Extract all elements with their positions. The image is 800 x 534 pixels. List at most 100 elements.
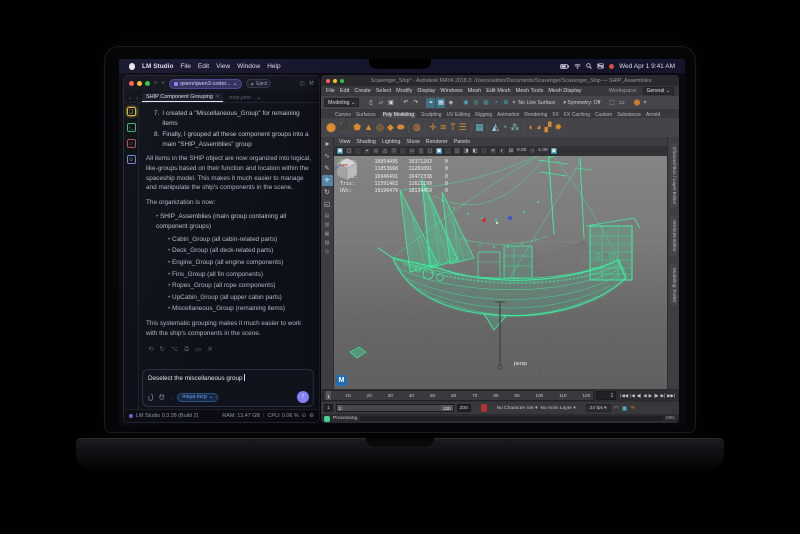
workspace-select[interactable]: General ⌄ xyxy=(643,87,674,95)
maya-menu-0[interactable]: File xyxy=(326,88,335,94)
shelf-icon-18[interactable]: ◔ xyxy=(502,118,507,137)
shelf-icon-2[interactable]: ⬟ xyxy=(353,118,361,137)
attribute-editor-tab[interactable]: Attribute Editor xyxy=(670,216,677,256)
shelf-icon-11[interactable]: ≋ xyxy=(440,118,448,137)
panel-menu-item-5[interactable]: Panels xyxy=(454,139,470,145)
message-action-icon-3[interactable]: ⧉ xyxy=(184,345,189,355)
tool-icon-8[interactable]: ▦ xyxy=(322,229,333,237)
attach-icon[interactable] xyxy=(147,393,154,401)
maya-menu-6[interactable]: Windows xyxy=(440,88,462,94)
maya-mcp-pill[interactable]: maya mcp ⌄ xyxy=(177,393,218,402)
shelf-icon-6[interactable]: ⬬ xyxy=(397,118,405,137)
statusline-icon-0[interactable]: ⋮ xyxy=(361,98,365,108)
close-icon[interactable]: × xyxy=(216,94,219,100)
shelf-icon-13[interactable]: ☰ xyxy=(459,118,467,137)
apple-menu-icon[interactable] xyxy=(129,63,135,70)
tool-icon-1[interactable]: ∿ xyxy=(322,151,333,162)
statusline-icon-8[interactable]: ⌗ xyxy=(426,98,435,108)
statusline-icon-12[interactable]: ◉ xyxy=(461,98,470,108)
playback-button-1[interactable]: |◀ xyxy=(630,393,635,399)
menubar-item-4[interactable]: Help xyxy=(267,63,280,70)
character-set-select[interactable]: No Character Set ▾ xyxy=(497,406,538,411)
set-key-icon[interactable] xyxy=(481,404,487,412)
maya-menu-5[interactable]: Display xyxy=(417,88,435,94)
anim-start-field[interactable]: 1 xyxy=(324,404,333,412)
statusline-icon-2[interactable]: ▭ xyxy=(617,98,626,108)
viewport-icon-10[interactable]: ▢ xyxy=(426,147,434,155)
shelf-icon-5[interactable]: ◆ xyxy=(387,118,394,137)
shelf-icon-23[interactable]: ▞ xyxy=(545,118,552,137)
maya-menu-2[interactable]: Create xyxy=(354,88,371,94)
viewport-icon-21[interactable]: ◔ xyxy=(528,147,536,155)
panel-menu-item-3[interactable]: Show xyxy=(406,139,419,145)
send-button[interactable]: ↑ xyxy=(297,391,309,403)
statusline-icon-4[interactable]: ⬤ xyxy=(632,98,641,108)
viewport-icon-1[interactable]: ▢ xyxy=(345,147,353,155)
panel-menu-item-0[interactable]: View xyxy=(339,139,350,145)
viewport-icon-13[interactable]: ◫ xyxy=(453,147,461,155)
maya-menu-1[interactable]: Edit xyxy=(340,88,349,94)
menubar-clock[interactable]: Wed Apr 1 9:41 AM xyxy=(619,63,675,70)
viewport-icon-5[interactable]: △ xyxy=(381,147,389,155)
statusline-icon-0[interactable]: ⋮ xyxy=(602,98,606,108)
viewport-icon-15[interactable]: ◧ xyxy=(471,147,479,155)
playback-button-2[interactable]: ◀| xyxy=(637,393,642,399)
tool-icon-2[interactable]: ✎ xyxy=(322,163,333,174)
anim-end-field[interactable]: 200 xyxy=(457,404,471,412)
discover-nav-icon[interactable]: ⊙ xyxy=(127,155,136,164)
search-icon[interactable]: ⌕ xyxy=(154,80,157,87)
viewport-icon-2[interactable] xyxy=(354,147,362,155)
menubar-item-1[interactable]: Edit xyxy=(198,63,209,70)
tools-icon[interactable]: ⚒ xyxy=(309,80,314,87)
shelf-icon-19[interactable]: ⁂ xyxy=(510,118,519,137)
statusline-icon-3[interactable]: ▣ xyxy=(386,98,395,108)
current-frame-field[interactable]: 1 xyxy=(596,391,616,400)
menu-set-select[interactable]: Modeling ⌄ xyxy=(324,98,359,107)
viewport-icon-9[interactable]: ▯ xyxy=(417,147,425,155)
shelf-tab-10[interactable]: Custom xyxy=(595,112,612,118)
maya-menu-3[interactable]: Select xyxy=(376,88,391,94)
model-selector[interactable]: qwen/qwen3-coder... ⌄ xyxy=(169,79,242,89)
loop-toggle-icon[interactable]: ◠ xyxy=(614,405,619,412)
viewport-icon-4[interactable]: ◇ xyxy=(372,147,380,155)
chat-nav-icon[interactable]: ❑ xyxy=(127,107,136,116)
playback-button-0[interactable]: |◀◀ xyxy=(620,393,628,399)
control-center-icon[interactable] xyxy=(597,63,604,69)
statusline-icon-9[interactable]: ▦ xyxy=(436,98,445,108)
eject-model-button[interactable]: ▲ Eject xyxy=(246,79,271,88)
menubar-item-0[interactable]: File xyxy=(180,63,190,70)
shelf-icon-1[interactable]: ⬛ xyxy=(339,118,350,137)
maya-window-controls[interactable] xyxy=(326,79,344,83)
viewport-icon-19[interactable]: ⊞ xyxy=(507,147,515,155)
viewport-icon-3[interactable]: ⌖ xyxy=(363,147,371,155)
viewport-icon-14[interactable]: ◨ xyxy=(462,147,470,155)
auto-key-toggle-icon[interactable]: ▣ xyxy=(622,405,628,412)
shelf-icon-16[interactable]: | xyxy=(487,118,489,137)
viewport-icon-18[interactable]: ◐ xyxy=(498,147,506,155)
viewport-icon-6[interactable]: ▽ xyxy=(390,147,398,155)
new-chat-icon[interactable]: + xyxy=(161,81,165,87)
shelf-icon-8[interactable]: ◍ xyxy=(413,118,421,137)
symmetry-select[interactable]: ▾ Symmetry: Off xyxy=(563,100,600,106)
playback-button-3[interactable]: ◀ xyxy=(643,393,646,399)
statusline-icon-2[interactable]: ▱ xyxy=(376,98,385,108)
statusline-icon-1[interactable]: ▯ xyxy=(366,98,375,108)
message-action-icon-0[interactable]: ⟲ xyxy=(148,345,153,355)
statusline-icon-6[interactable]: ↷ xyxy=(411,98,420,108)
tab-mcp-json[interactable]: mcp.json xyxy=(226,94,254,102)
message-action-icon-5[interactable]: ✕ xyxy=(207,345,212,355)
shelf-tab-11[interactable]: Substance xyxy=(617,112,641,118)
maya-menu-8[interactable]: Edit Mesh xyxy=(486,88,510,94)
panel-menu-item-1[interactable]: Shading xyxy=(356,139,375,145)
shelf-icon-0[interactable]: ⬤ xyxy=(326,118,336,137)
shelf-icon-10[interactable]: ✛ xyxy=(429,118,437,137)
playback-button-5[interactable]: |▶ xyxy=(654,393,659,399)
anim-prefs-icon[interactable]: ↷ xyxy=(630,405,635,412)
maya-menu-9[interactable]: Mesh Tools xyxy=(516,88,544,94)
shelf-icon-7[interactable]: | xyxy=(408,118,410,137)
gear-icon[interactable]: ⚙ xyxy=(309,413,314,419)
current-frame-marker[interactable]: 1 xyxy=(326,391,331,400)
statusline-icon-14[interactable]: ◍ xyxy=(481,98,490,108)
shelf-icon-3[interactable]: ▲ xyxy=(364,118,373,137)
statusline-icon-13[interactable]: ◎ xyxy=(471,98,480,108)
